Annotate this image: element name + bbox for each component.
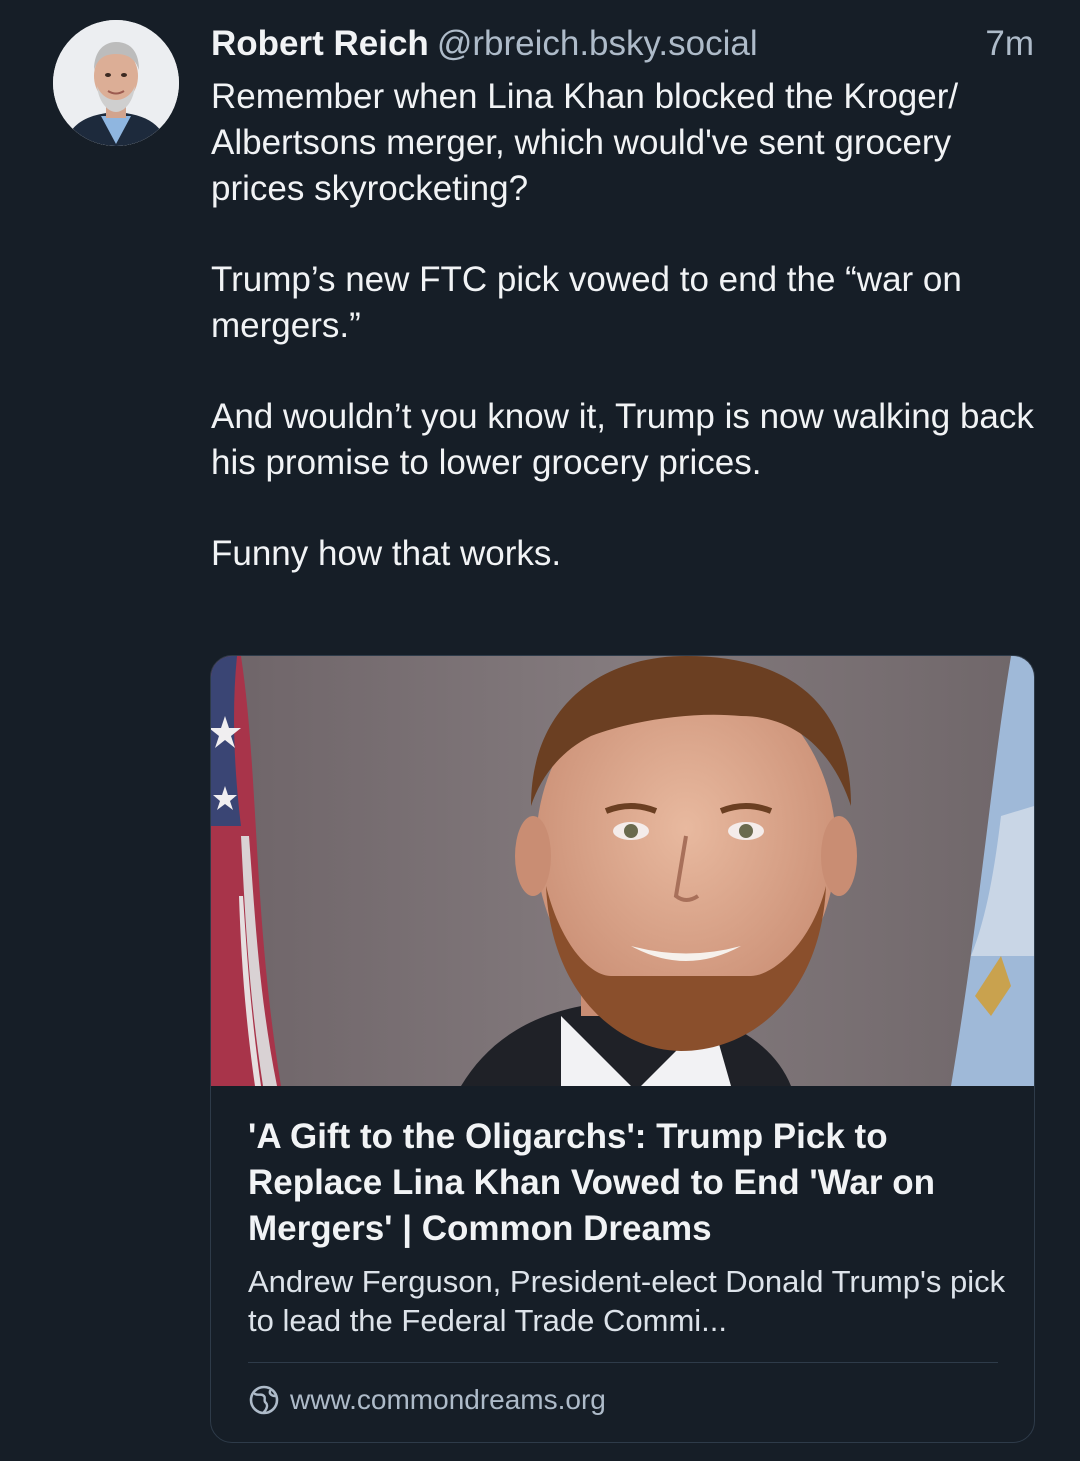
globe-icon: [248, 1384, 280, 1416]
post-paragraph: And wouldn’t you know it, Trump is now w…: [211, 397, 1034, 482]
link-card-thumbnail: [211, 656, 1034, 1086]
author-handle[interactable]: @rbreich.bsky.social: [437, 24, 758, 63]
link-preview-card[interactable]: 'A Gift to the Oligarchs': Trump Pick to…: [210, 655, 1035, 1443]
link-card-domain-row: www.commondreams.org: [248, 1380, 606, 1420]
post-paragraph: Trump’s new FTC pick vowed to end the “w…: [211, 260, 962, 345]
post-header: Robert Reich @rbreich.bsky.social 7m: [211, 22, 1034, 66]
author-name[interactable]: Robert Reich: [211, 24, 429, 63]
link-card-description: Andrew Ferguson, President-elect Donald …: [248, 1264, 1006, 1338]
link-card-domain: www.commondreams.org: [290, 1384, 606, 1415]
post-timestamp[interactable]: 7m: [985, 22, 1034, 66]
link-card-divider: [248, 1362, 998, 1363]
post: Robert Reich @rbreich.bsky.social 7m Reme…: [0, 0, 1080, 1461]
post-body: Remember when Lina Khan blocked the Krog…: [211, 74, 1041, 577]
post-paragraph: Remember when Lina Khan blocked the Krog…: [211, 77, 959, 208]
author-avatar[interactable]: [53, 20, 179, 146]
post-paragraph: Funny how that works.: [211, 534, 562, 573]
link-card-title: 'A Gift to the Oligarchs': Trump Pick to…: [248, 1117, 935, 1248]
